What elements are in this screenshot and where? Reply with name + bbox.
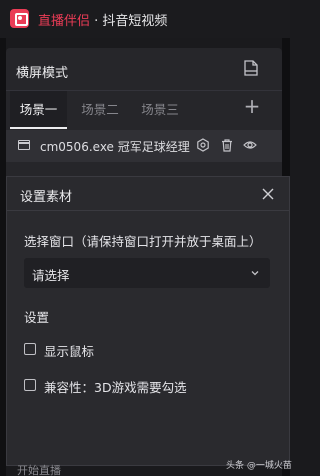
chevron-down-icon	[251, 271, 259, 276]
window-select-value: 请选择	[32, 268, 70, 283]
source-row[interactable]: cm0506.exe 冠军足球经理	[6, 130, 282, 162]
compatibility-label: 兼容性：3D游戏需要勾选	[44, 380, 187, 395]
tab-scene-2[interactable]: 场景二	[72, 91, 128, 129]
scene-panel: 横屏模式 场景一 场景二 场景三 + cm0506.exe 冠军足球经理	[6, 48, 282, 178]
settings-section-title: 设置	[24, 310, 50, 325]
settings-hexagon-icon[interactable]	[196, 138, 210, 152]
dialog-header: 设置素材	[7, 177, 289, 211]
dialog-title: 设置素材	[20, 190, 73, 205]
app-title: 直播伴侣 · 抖音短视频	[38, 10, 167, 29]
compatibility-option[interactable]: 兼容性：3D游戏需要勾选	[24, 377, 224, 395]
app-name: 直播伴侣	[38, 14, 91, 29]
tab-scene-3[interactable]: 场景三	[132, 91, 188, 129]
window-icon	[18, 140, 30, 150]
app-logo-icon	[10, 9, 29, 28]
bottom-bar-partial-text: 开始直播	[17, 464, 61, 476]
compatibility-checkbox[interactable]	[24, 379, 36, 391]
trash-icon[interactable]	[220, 138, 234, 152]
select-window-label: 选择窗口（请保持窗口打开并放于桌面上）	[24, 234, 262, 249]
add-scene-icon[interactable]: +	[243, 96, 261, 116]
document-icon[interactable]	[244, 60, 258, 76]
close-icon[interactable]	[261, 187, 275, 201]
platform-name: 抖音短视频	[102, 14, 168, 29]
eye-icon[interactable]	[243, 138, 257, 152]
source-name: cm0506.exe 冠军足球经理	[40, 140, 190, 154]
show-cursor-label: 显示鼠标	[44, 344, 95, 359]
tab-scene-1[interactable]: 场景一	[10, 91, 67, 129]
scene-tabs: 场景一 场景二 场景三 +	[6, 90, 282, 129]
app-title-separator: ·	[90, 14, 103, 29]
top-bar: 直播伴侣 · 抖音短视频	[0, 0, 290, 38]
window-select[interactable]: 请选择	[24, 258, 270, 288]
watermark: 头条 @一城火苗	[226, 461, 292, 471]
show-cursor-checkbox[interactable]	[24, 343, 36, 355]
panel-title: 横屏模式	[16, 66, 69, 81]
settings-dialog: 设置素材 选择窗口（请保持窗口打开并放于桌面上） 请选择 设置 显示鼠标 兼容性…	[6, 176, 290, 466]
show-cursor-option[interactable]: 显示鼠标	[24, 341, 224, 359]
